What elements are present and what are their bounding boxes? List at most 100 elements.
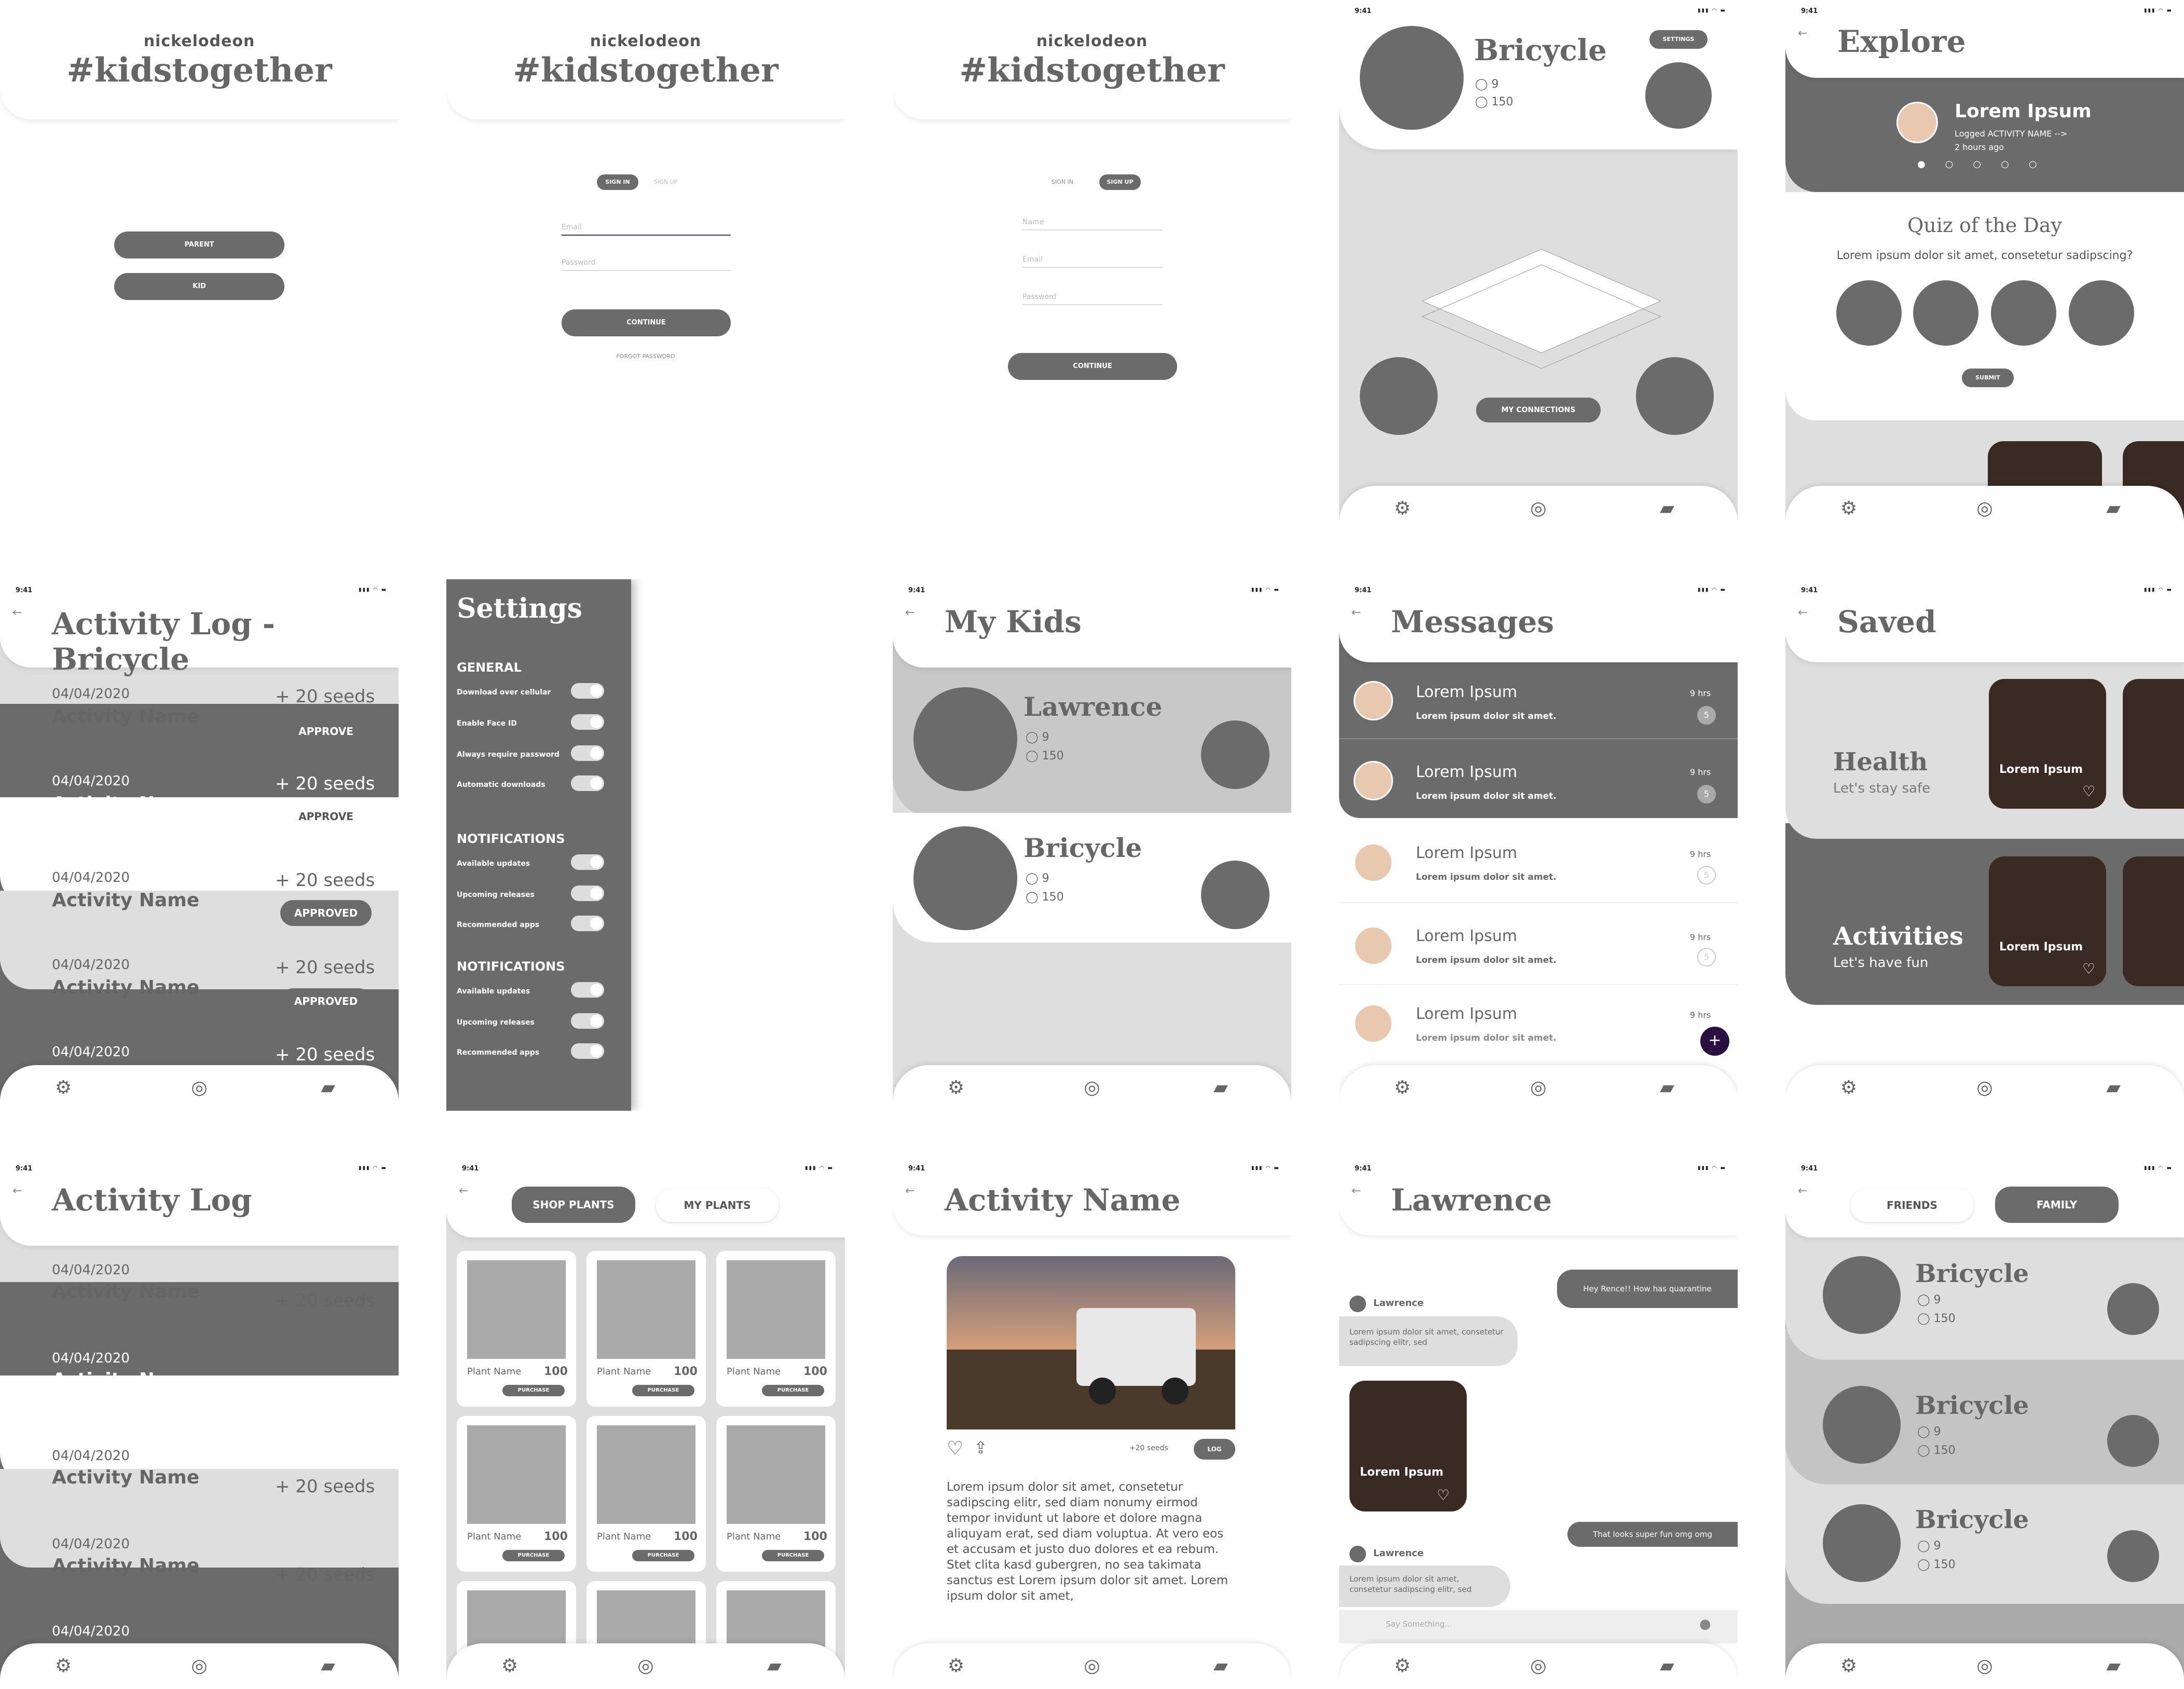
member-avatar[interactable]: [1823, 1504, 1901, 1582]
setting-toggle[interactable]: [571, 775, 604, 791]
forgot-password-link[interactable]: FORGOT PASSWORD: [446, 353, 845, 360]
saved-card[interactable]: [2123, 856, 2184, 986]
compass-icon[interactable]: ◎: [1973, 1077, 1996, 1099]
carousel-dots[interactable]: ●○○○○: [1917, 159, 2057, 170]
setting-toggle[interactable]: [571, 1043, 604, 1059]
setting-toggle[interactable]: [571, 745, 604, 761]
gear-icon[interactable]: ⚙: [1391, 1655, 1414, 1678]
tab-shop-plants[interactable]: SHOP PLANTS: [512, 1187, 635, 1223]
plant-card[interactable]: Plant Name 100 PURCHASE: [586, 1416, 706, 1572]
chat-icon[interactable]: ▰: [317, 1077, 339, 1099]
saved-card[interactable]: Lorem Ipsum ♡: [1989, 856, 2106, 986]
plant-card[interactable]: Plant Name 100 PURCHASE: [457, 1251, 576, 1407]
submit-button[interactable]: SUBMIT: [1962, 369, 2014, 387]
heart-icon[interactable]: ♡: [947, 1438, 963, 1459]
kid-button[interactable]: KID: [114, 273, 284, 300]
gear-icon[interactable]: ⚙: [945, 1655, 967, 1678]
shared-image-card[interactable]: Lorem Ipsum ♡: [1349, 1381, 1467, 1511]
plant-card[interactable]: Plant Name 100 PURCHASE: [716, 1416, 836, 1572]
avatar-small[interactable]: [1645, 62, 1712, 129]
password-field[interactable]: Password: [562, 258, 731, 271]
message-input[interactable]: Say Something...: [1339, 1610, 1738, 1643]
quiz-option[interactable]: [1913, 280, 1978, 346]
compass-icon[interactable]: ◎: [634, 1655, 657, 1678]
microphone-icon[interactable]: ●: [1699, 1616, 1711, 1632]
chat-icon[interactable]: ▰: [1209, 1077, 1232, 1099]
compass-icon[interactable]: ◎: [188, 1077, 211, 1099]
setting-toggle[interactable]: [571, 886, 604, 901]
heart-icon[interactable]: ♡: [1437, 1487, 1450, 1504]
gear-icon[interactable]: ⚙: [52, 1655, 75, 1678]
chat-icon[interactable]: ▰: [317, 1655, 339, 1678]
log-button[interactable]: LOG: [1194, 1439, 1235, 1460]
saved-card[interactable]: [2123, 679, 2184, 809]
member-connection[interactable]: [2107, 1283, 2159, 1335]
quiz-option[interactable]: [1991, 280, 2056, 346]
member-avatar[interactable]: [1823, 1386, 1901, 1464]
setting-toggle[interactable]: [571, 854, 604, 870]
compass-icon[interactable]: ◎: [188, 1655, 211, 1678]
member-connection[interactable]: [2107, 1415, 2159, 1467]
compass-icon[interactable]: ◎: [1973, 1655, 1996, 1678]
heart-icon[interactable]: ♡: [2082, 783, 2095, 800]
gear-icon[interactable]: ⚙: [1391, 497, 1414, 520]
chat-icon[interactable]: ▰: [1209, 1655, 1232, 1678]
tab-my-plants[interactable]: MY PLANTS: [656, 1189, 779, 1222]
setting-toggle[interactable]: [571, 916, 604, 931]
chat-icon[interactable]: ▰: [2102, 1655, 2125, 1678]
parent-button[interactable]: PARENT: [114, 231, 284, 258]
purchase-button[interactable]: PURCHASE: [632, 1385, 694, 1396]
back-arrow-icon[interactable]: ←: [905, 1184, 914, 1197]
setting-toggle[interactable]: [571, 714, 604, 730]
back-arrow-icon[interactable]: ←: [1352, 1184, 1361, 1197]
plant-card[interactable]: Plant Name 100 PURCHASE: [716, 1251, 836, 1407]
tab-sign-up[interactable]: SIGN UP: [654, 179, 677, 185]
tab-sign-in[interactable]: SIGN IN: [1052, 179, 1073, 185]
purchase-button[interactable]: PURCHASE: [502, 1385, 565, 1396]
compass-icon[interactable]: ◎: [1527, 497, 1550, 520]
gear-icon[interactable]: ⚙: [945, 1077, 967, 1099]
back-arrow-icon[interactable]: ←: [459, 1184, 468, 1197]
kid-connection[interactable]: [1201, 720, 1270, 789]
member-avatar[interactable]: [1823, 1256, 1901, 1334]
compass-icon[interactable]: ◎: [1081, 1077, 1103, 1099]
compass-icon[interactable]: ◎: [1527, 1655, 1550, 1678]
quiz-option[interactable]: [2069, 280, 2134, 346]
kid-avatar[interactable]: [913, 687, 1017, 791]
setting-toggle[interactable]: [571, 982, 604, 998]
chat-icon[interactable]: ▰: [2102, 1077, 2125, 1099]
continue-button[interactable]: CONTINUE: [1008, 353, 1177, 380]
kid-connection[interactable]: [1201, 861, 1270, 929]
email-field[interactable]: Email: [562, 223, 731, 236]
connection-right[interactable]: [1636, 357, 1714, 435]
gear-icon[interactable]: ⚙: [1837, 497, 1860, 520]
member-connection[interactable]: [2107, 1530, 2159, 1582]
setting-toggle[interactable]: [571, 1013, 604, 1029]
new-message-button[interactable]: +: [1700, 1027, 1729, 1056]
share-icon[interactable]: ⇪: [974, 1438, 988, 1458]
setting-toggle[interactable]: [571, 683, 604, 699]
purchase-button[interactable]: PURCHASE: [502, 1550, 565, 1561]
quiz-option[interactable]: [1836, 280, 1902, 346]
gear-icon[interactable]: ⚙: [1837, 1655, 1860, 1678]
heart-icon[interactable]: ♡: [2082, 960, 2095, 977]
tab-sign-in[interactable]: SIGN IN: [597, 174, 638, 190]
purchase-button[interactable]: PURCHASE: [762, 1550, 824, 1561]
password-field[interactable]: Password: [1022, 293, 1163, 305]
connection-left[interactable]: [1360, 357, 1438, 435]
chat-icon[interactable]: ▰: [1656, 1077, 1678, 1099]
gear-icon[interactable]: ⚙: [1391, 1077, 1414, 1099]
my-connections-button[interactable]: MY CONNECTIONS: [1476, 398, 1601, 423]
approve-button[interactable]: APPROVE: [280, 718, 372, 744]
chat-icon[interactable]: ▰: [1656, 1655, 1678, 1678]
plant-card[interactable]: Plant Name 100 PURCHASE: [586, 1251, 706, 1407]
settings-button[interactable]: SETTINGS: [1649, 30, 1708, 49]
continue-button[interactable]: CONTINUE: [562, 309, 731, 336]
compass-icon[interactable]: ◎: [1973, 497, 1996, 520]
approve-button[interactable]: APPROVE: [280, 803, 372, 829]
name-field[interactable]: Name: [1022, 218, 1163, 230]
gear-icon[interactable]: ⚙: [1837, 1077, 1860, 1099]
compass-icon[interactable]: ◎: [1527, 1077, 1550, 1099]
back-arrow-icon[interactable]: ←: [1798, 27, 1807, 40]
chat-icon[interactable]: ▰: [763, 1655, 786, 1678]
